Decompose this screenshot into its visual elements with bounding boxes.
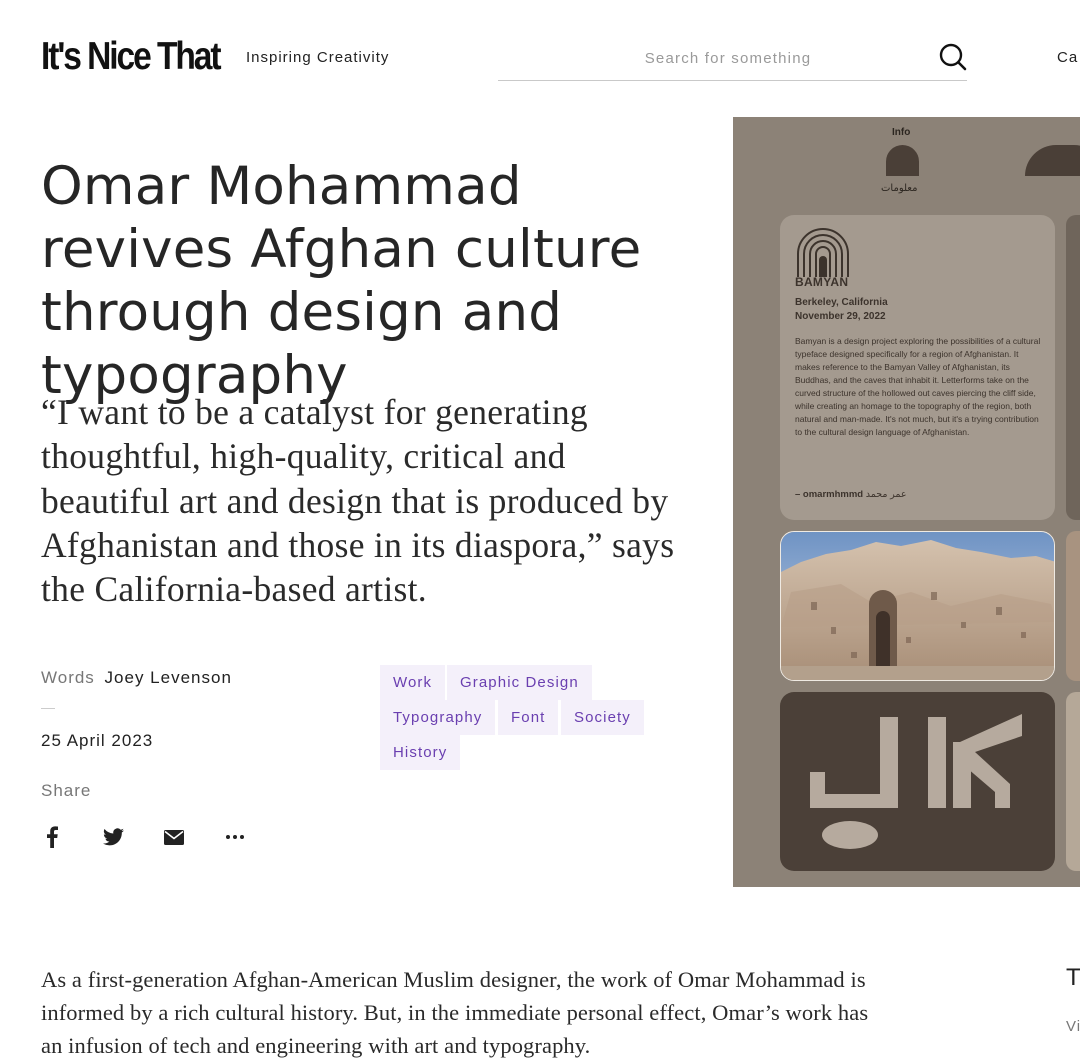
signature-arabic: عمر محمد [865,489,907,500]
tag-society[interactable]: Society [561,700,644,735]
project-date: November 29, 2022 [795,311,886,322]
arch-shape-partial [1025,145,1080,176]
search-bar [498,38,967,81]
project-brand: BAMYAN [795,275,849,289]
share-label: Share [41,781,92,800]
signature-latin: – omarmhmmd [795,489,864,500]
nav-categories-link[interactable]: Ca [1057,49,1078,66]
tag-history[interactable]: History [380,735,461,770]
sidebar-title-partial: T [1066,964,1080,991]
article-date: 25 April 2023 [41,731,154,750]
more-icon[interactable] [224,826,246,848]
tag-work[interactable]: Work [380,665,446,700]
tag-graphic-design[interactable]: Graphic Design [447,665,592,700]
credits-divider [41,708,55,709]
article-headline: Omar Mohammad revives Afghan culture thr… [41,156,642,406]
author-link[interactable]: Joey Levenson [105,668,232,687]
bamyan-cliff-photo [780,531,1055,681]
site-tagline: Inspiring Creativity [246,49,390,66]
words-label: Words [41,668,95,687]
tag-typography[interactable]: Typography [380,700,496,735]
project-location: Berkeley, California November 29, 2022 [795,296,888,324]
search-icon[interactable] [938,42,968,72]
facebook-icon[interactable] [41,826,63,848]
search-input[interactable] [498,44,918,72]
article-body-paragraph: As a first-generation Afghan-American Mu… [41,967,869,1058]
site-logo[interactable]: It's Nice That [41,34,222,80]
photo-partial [1066,531,1080,681]
sidebar-subtitle-partial: Vi [1066,1018,1080,1035]
kabul-partial [1066,692,1080,871]
email-icon[interactable] [163,826,185,848]
arch-shape [886,145,919,176]
project-signature: – omarmhmmd عمر محمد [795,489,907,500]
tag-font[interactable]: Font [498,700,559,735]
bamyan-logo-icon [797,228,849,277]
article-standfirst: “I want to be a catalyst for generating … [41,392,675,610]
project-info-card: BAMYAN Berkeley, California November 29,… [780,215,1055,520]
hero-image: Info معلومات BAMYAN Berkeley, California… [733,117,1080,887]
hero-info-arabic: معلومات [881,183,918,194]
card-partial [1066,215,1080,520]
project-description: Bamyan is a design project exploring the… [795,336,1041,437]
share-bar [41,826,285,848]
article-credits: Words Joey Levenson [41,668,232,688]
twitter-icon[interactable] [102,826,124,848]
project-city: Berkeley, California [795,297,888,308]
kabul-typeface-sample [780,692,1055,871]
hero-info-label: Info [892,127,911,138]
